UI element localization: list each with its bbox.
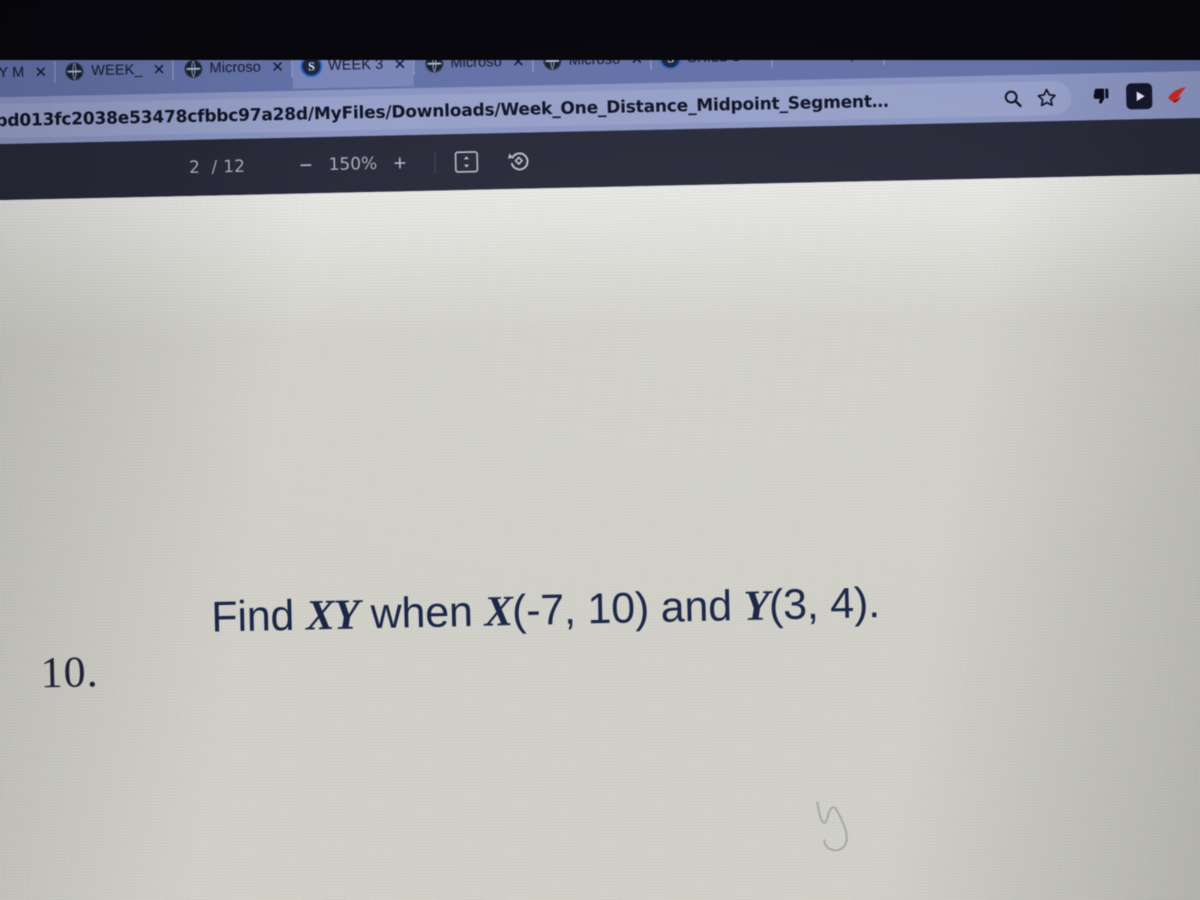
pdf-toolbar-controls: 2 / 12 − 150% + xyxy=(183,147,534,181)
pdf-total-pages: 12 xyxy=(223,156,246,178)
question-find-word: Find xyxy=(210,591,307,642)
play-button-icon[interactable] xyxy=(1125,82,1153,110)
search-icon[interactable] xyxy=(999,85,1026,112)
bookmark-star-icon[interactable] xyxy=(1033,85,1060,112)
zoom-in-button[interactable]: + xyxy=(381,150,419,175)
zoom-out-button[interactable]: − xyxy=(287,152,325,177)
point-x-label: X xyxy=(483,588,513,636)
globe-icon xyxy=(183,59,203,79)
skillcore-s-icon: S xyxy=(661,49,680,68)
new-tab-button[interactable]: + xyxy=(896,39,921,66)
screen-photograph: LY M ✕ WEEK_ ✕ Microso ✕ S WEEK 3 ✕ Micr… xyxy=(0,0,1200,900)
tab-title: Microso xyxy=(450,54,503,72)
close-icon[interactable]: ✕ xyxy=(392,56,407,73)
point-x-coordinates: (-7, 10) xyxy=(511,584,650,636)
pdf-page-surface[interactable]: 10. Find XY when X(-7, 10) and Y(3, 4). xyxy=(0,172,1200,900)
extensions-tray xyxy=(1071,81,1200,111)
zoom-level-label: 150% xyxy=(328,153,378,175)
tab-title: Microso xyxy=(568,51,621,69)
point-y-coordinates: (3, 4). xyxy=(768,579,881,630)
pdf-page-separator: / xyxy=(211,157,218,178)
globe-icon xyxy=(65,62,85,81)
gmail-m-icon: M xyxy=(785,46,798,64)
tab-title: Inbox ( xyxy=(808,46,854,64)
skillcore-s-icon: S xyxy=(302,57,321,76)
close-icon[interactable]: ✕ xyxy=(33,64,48,81)
pdf-current-page-input[interactable]: 2 xyxy=(183,158,205,178)
close-icon[interactable]: ✕ xyxy=(629,51,644,68)
browser-tab[interactable]: LY M ✕ xyxy=(0,50,55,96)
handwritten-pencil-mark xyxy=(807,789,889,861)
tab-divider xyxy=(883,42,885,65)
fit-to-page-icon[interactable] xyxy=(452,149,483,176)
tilted-screen-content: LY M ✕ WEEK_ ✕ Microso ✕ S WEEK 3 ✕ Micr… xyxy=(0,0,1200,900)
globe-icon xyxy=(424,54,444,73)
browser-tab[interactable]: WEEK_ ✕ xyxy=(55,47,173,94)
globe-icon xyxy=(543,51,562,71)
close-icon[interactable]: ✕ xyxy=(270,58,285,75)
screen-pixel-texture xyxy=(0,172,1200,900)
question-number: 10. xyxy=(39,647,100,698)
tab-title: LY M xyxy=(0,64,25,82)
browser-tab[interactable]: S SKILL C ✕ xyxy=(651,34,772,81)
question-text: Find XY when X(-7, 10) and Y(3, 4). xyxy=(211,579,881,643)
thumbs-down-icon[interactable] xyxy=(1087,83,1114,110)
browser-tab[interactable]: Microso ✕ xyxy=(414,40,532,87)
pdf-page: 10. Find XY when X(-7, 10) and Y(3, 4). xyxy=(0,172,1200,900)
close-icon[interactable]: ✕ xyxy=(862,45,877,62)
question-and-word: and xyxy=(648,582,745,633)
browser-window: LY M ✕ WEEK_ ✕ Microso ✕ S WEEK 3 ✕ Micr… xyxy=(0,22,1200,900)
browser-tab[interactable]: Microso ✕ xyxy=(532,37,650,84)
tab-title: WEEK 3 xyxy=(327,56,384,74)
point-y-label: Y xyxy=(743,582,770,631)
browser-tab-active[interactable]: S WEEK 3 ✕ xyxy=(291,42,414,89)
browser-tab[interactable]: M Inbox ( ✕ xyxy=(772,32,884,78)
browser-tab[interactable]: Microso ✕ xyxy=(173,45,291,92)
red-ribbon-icon[interactable] xyxy=(1165,82,1192,109)
question-when-word: when xyxy=(358,587,485,639)
close-icon[interactable]: ✕ xyxy=(750,48,765,65)
segment-xy-label: XY xyxy=(305,591,360,640)
close-icon[interactable]: ✕ xyxy=(151,61,166,78)
tab-title: SKILL C xyxy=(687,48,742,67)
tab-title: Microso xyxy=(209,59,262,77)
rotate-icon[interactable] xyxy=(504,147,535,174)
tab-title: WEEK_ xyxy=(91,61,143,80)
toolbar-divider xyxy=(434,151,437,174)
close-icon[interactable]: ✕ xyxy=(511,53,526,70)
